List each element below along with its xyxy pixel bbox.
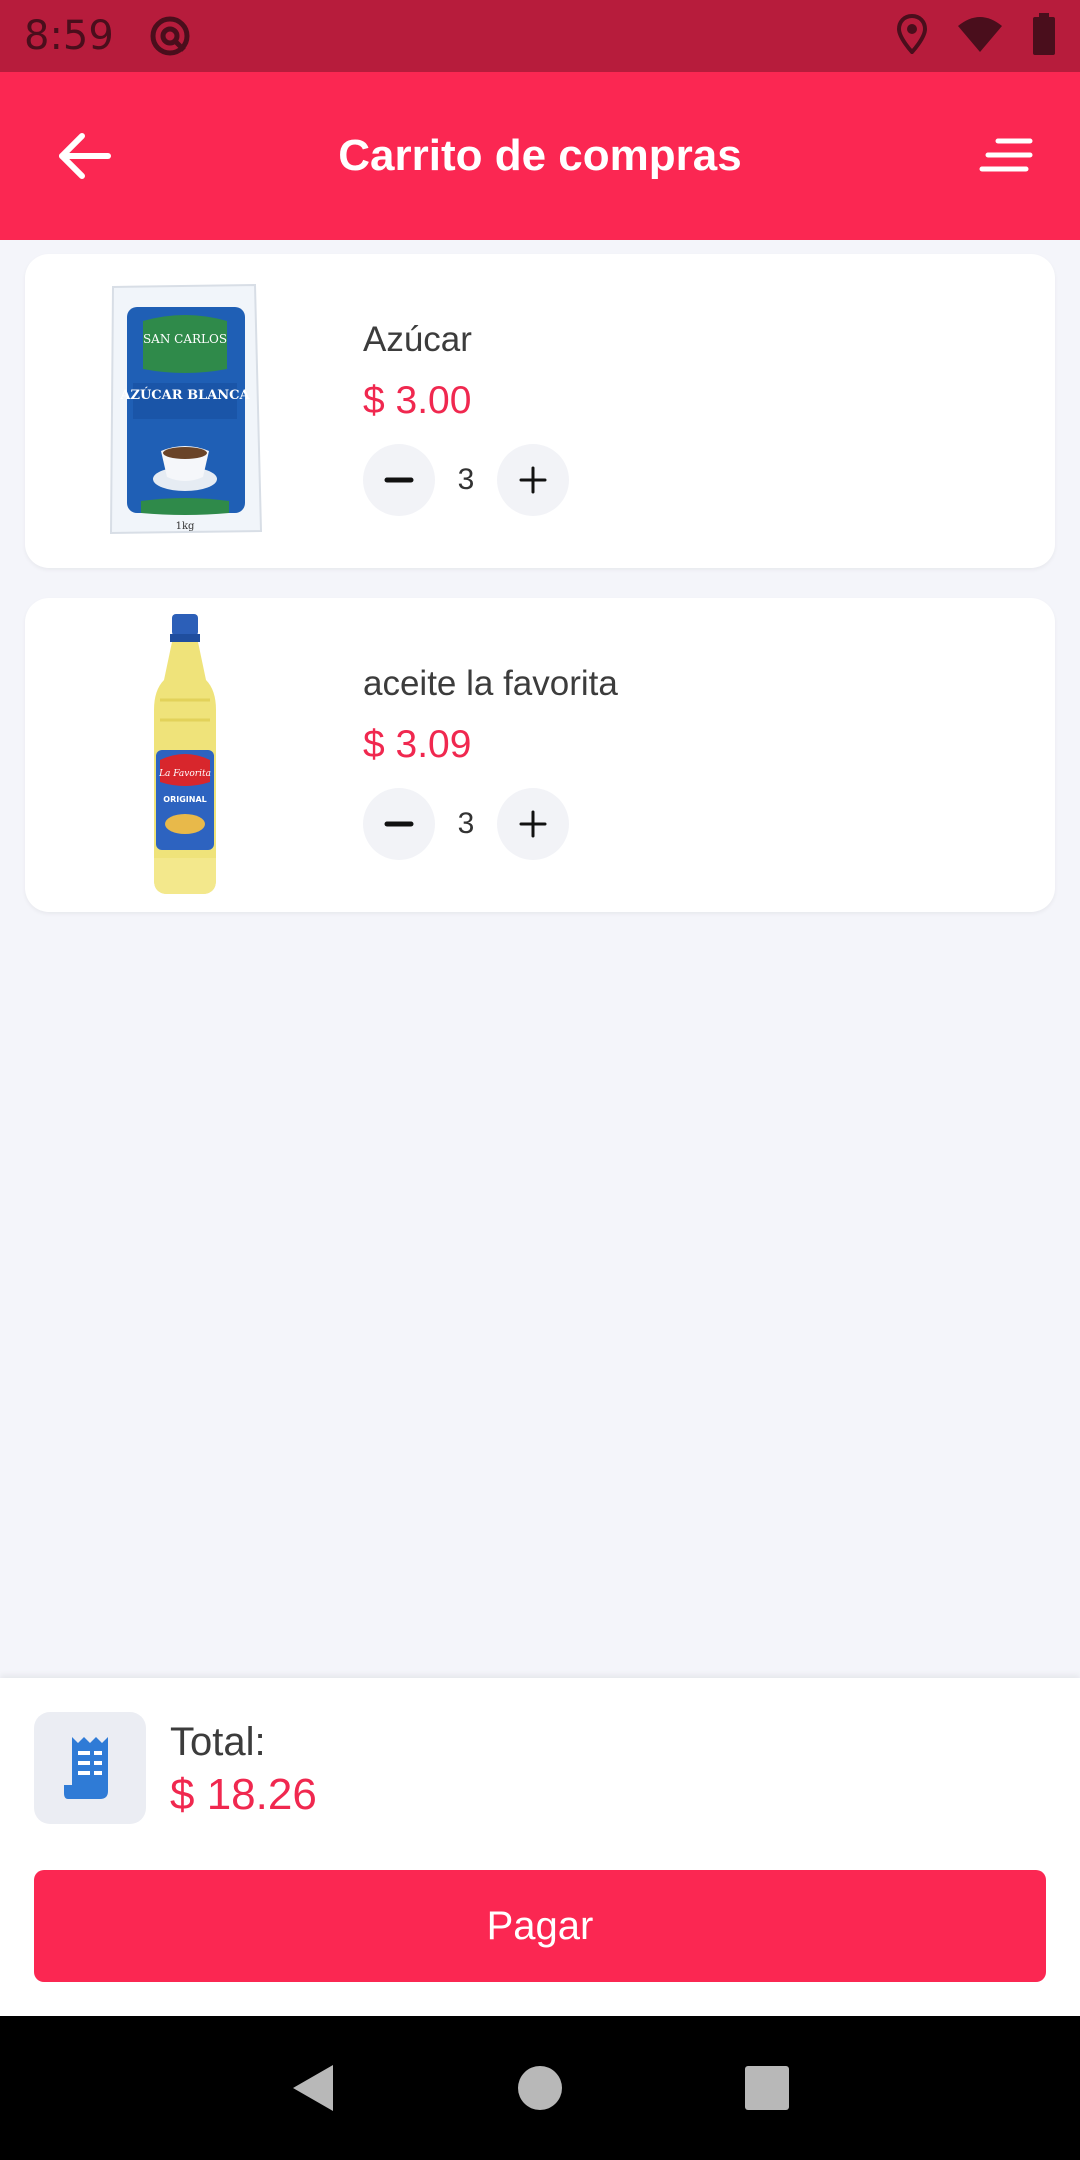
arrow-back-icon [59,133,111,179]
item-name: Azúcar [363,320,472,359]
quantity-stepper: 3 [363,444,569,516]
menu-icon [979,138,1033,172]
total-value: $ 18.26 [170,1770,317,1819]
status-bar: 8:59 [0,0,1080,72]
product-image: La Favorita ORIGINAL [35,608,335,902]
nav-home-icon [517,2066,562,2110]
receipt-icon-box [34,1712,146,1824]
status-time: 8:59 [24,13,114,59]
cart-item[interactable]: SAN CARLOS AZÚCAR BLANCA 1kg Azúcar $ 3.… [25,254,1055,568]
nav-recents-icon [744,2066,789,2110]
plus-icon [519,810,547,838]
wifi-icon [956,16,1004,57]
increase-button[interactable] [497,444,569,516]
item-price: $ 3.09 [363,723,472,766]
sugar-bag-image: SAN CARLOS AZÚCAR BLANCA 1kg [109,283,263,535]
product-label-text: ORIGINAL [163,795,206,804]
system-nav-bar [0,2016,1080,2160]
location-icon [896,13,928,59]
menu-button[interactable] [972,122,1040,190]
cart-item[interactable]: La Favorita ORIGINAL aceite la favorita … [25,598,1055,912]
plus-icon [519,466,547,494]
nav-home-button[interactable] [490,2038,590,2138]
decrease-button[interactable] [363,788,435,860]
cart-list: SAN CARLOS AZÚCAR BLANCA 1kg Azúcar $ 3.… [25,254,1055,942]
product-image: SAN CARLOS AZÚCAR BLANCA 1kg [35,264,335,558]
pay-button[interactable]: Pagar [34,1870,1046,1982]
oil-bottle-image: La Favorita ORIGINAL [154,614,216,894]
product-label-text: AZÚCAR BLANCA [119,386,250,403]
battery-icon [1032,12,1056,60]
item-info: aceite la favorita $ 3.09 3 [363,660,618,860]
at-sign-icon [148,14,192,58]
increase-button[interactable] [497,788,569,860]
app-bar: Carrito de compras [0,72,1080,240]
nav-back-icon [293,2065,334,2111]
page-title: Carrito de compras [338,131,742,180]
status-icons [896,12,1056,60]
decrease-button[interactable] [363,444,435,516]
checkout-panel: Total: $ 18.26 Pagar [0,1678,1080,2016]
back-button[interactable] [50,122,118,190]
quantity-value: 3 [457,463,475,496]
quantity-value: 3 [457,807,475,840]
total-label: Total: [170,1720,266,1764]
quantity-stepper: 3 [363,788,618,860]
item-price: $ 3.00 [363,379,472,422]
item-info: Azúcar $ 3.00 3 [363,316,569,516]
brand-text: SAN CARLOS [143,332,227,346]
nav-back-button[interactable] [263,2038,363,2138]
brand-text: La Favorita [158,769,211,779]
minus-icon [384,821,414,827]
minus-icon [384,477,414,483]
item-name: aceite la favorita [363,664,618,703]
nav-recents-button[interactable] [717,2038,817,2138]
receipt-icon [64,1737,108,1799]
weight-text: 1kg [176,521,195,532]
